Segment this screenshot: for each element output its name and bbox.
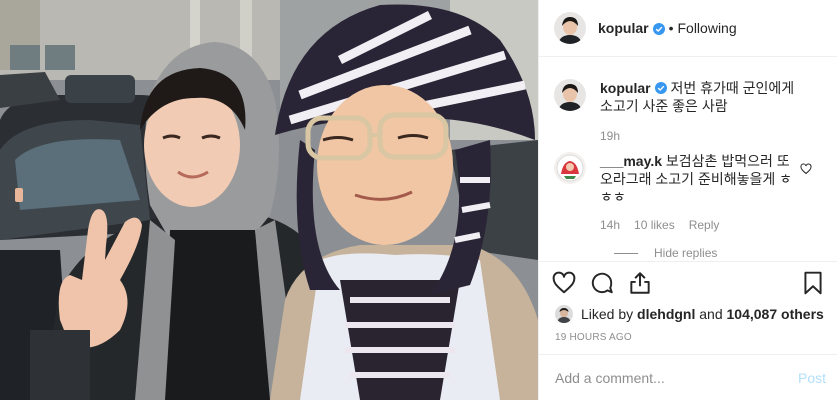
comment-input[interactable] (555, 369, 798, 386)
post-actions-section: Liked by dlehdgnl and 104,087 others 19 … (539, 261, 837, 354)
hide-replies-line (614, 252, 638, 254)
verified-badge-icon (654, 80, 667, 94)
comment-icon[interactable] (589, 270, 615, 296)
verified-badge-icon (652, 22, 665, 35)
post-header: kopular • Following (539, 0, 837, 57)
comment-meta: 14h 10 likes Reply (600, 216, 800, 234)
author-avatar[interactable] (554, 12, 586, 44)
likes-prefix: Liked by (581, 306, 634, 322)
post-photo[interactable] (0, 0, 538, 400)
liker-avatar[interactable] (555, 305, 573, 323)
post-comment-button[interactable]: Post (798, 370, 826, 386)
action-bar (551, 270, 653, 296)
reply-button[interactable]: Reply (689, 216, 720, 234)
post-image (0, 0, 538, 400)
commenter-avatar[interactable] (554, 152, 586, 184)
comment-item: ___may.k 보검삼촌 밥먹으러 또 오라그래 소고기 준비해놓을게 ㅎㅎㅎ… (554, 152, 824, 234)
hide-replies-button[interactable]: Hide replies (614, 246, 717, 260)
caption-time[interactable]: 19h (600, 127, 810, 145)
likes-connector: and (699, 306, 723, 322)
post-timestamp[interactable]: 19 HOURS AGO (555, 332, 632, 343)
caption-username[interactable]: kopular (600, 80, 651, 96)
add-comment-bar: Post (539, 354, 837, 400)
author-username[interactable]: kopular (598, 20, 649, 36)
comment-time[interactable]: 14h (600, 216, 620, 234)
hide-replies-label: Hide replies (654, 246, 718, 260)
likes-summary: Liked by dlehdgnl and 104,087 others (555, 305, 824, 323)
comment-body: ___may.k 보검삼촌 밥먹으러 또 오라그래 소고기 준비해놓을게 ㅎㅎㅎ… (600, 152, 800, 234)
instagram-post: kopular • Following kopular 저번 휴가때 군인에게 … (0, 0, 837, 400)
bookmark-icon[interactable] (800, 270, 826, 296)
likes-count[interactable]: 104,087 others (727, 306, 824, 322)
commenter-username[interactable]: ___may.k (600, 153, 662, 169)
post-caption: kopular 저번 휴가때 군인에게 소고기 사준 좋은 사람 19h (554, 79, 824, 145)
post-side-panel: kopular • Following kopular 저번 휴가때 군인에게 … (538, 0, 837, 400)
heart-icon[interactable] (551, 270, 577, 296)
liker-username[interactable]: dlehdgnl (637, 306, 695, 322)
following-button[interactable]: Following (677, 20, 736, 36)
caption-avatar[interactable] (554, 79, 586, 111)
caption-body: kopular 저번 휴가때 군인에게 소고기 사준 좋은 사람 19h (600, 79, 810, 145)
comment-likes[interactable]: 10 likes (634, 216, 675, 234)
header-separator: • (668, 20, 674, 36)
comment-like-heart-icon[interactable] (800, 162, 812, 175)
share-icon[interactable] (627, 270, 653, 296)
comments-section: kopular 저번 휴가때 군인에게 소고기 사준 좋은 사람 19h ___… (539, 57, 837, 261)
